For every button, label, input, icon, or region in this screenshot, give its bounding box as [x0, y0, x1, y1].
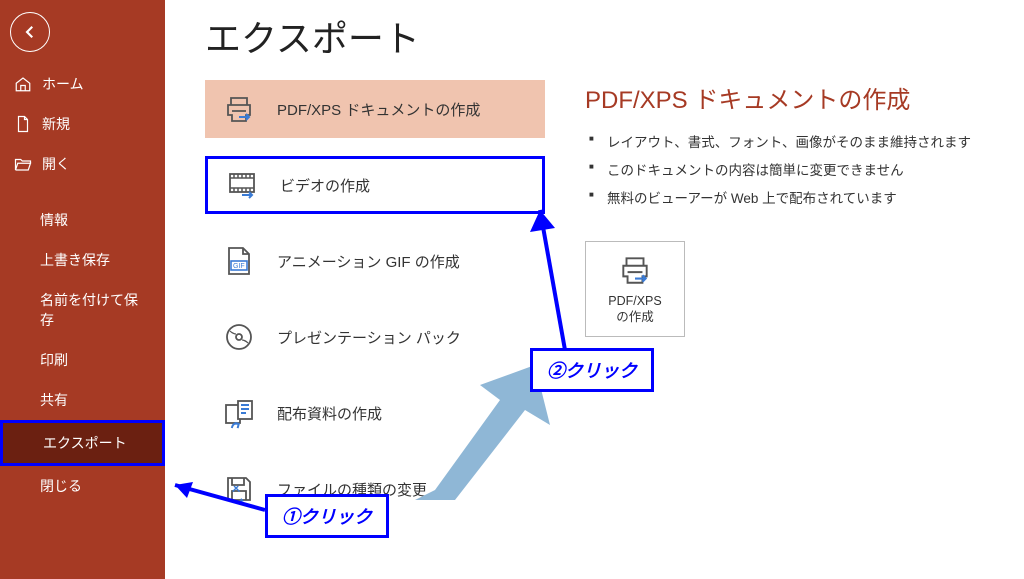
export-option-changetype[interactable]: ファイルの種類の変更 — [205, 460, 545, 518]
export-options-list: PDF/XPS ドキュメントの作成 ビデオの作成 GIF アニメーション GIF… — [205, 80, 545, 518]
sidebar-item-save[interactable]: 上書き保存 — [0, 240, 165, 280]
action-tile-label: PDF/XPS の作成 — [608, 293, 662, 326]
printer-arrow-icon — [223, 93, 255, 125]
detail-bullets: レイアウト、書式、フォント、画像がそのまま維持されます このドキュメントの内容は… — [585, 127, 994, 211]
disc-icon — [223, 321, 255, 353]
detail-bullet: このドキュメントの内容は簡単に変更できません — [585, 155, 994, 183]
sidebar-item-new[interactable]: 新規 — [0, 104, 165, 144]
file-icon — [14, 115, 32, 133]
export-option-gif[interactable]: GIF アニメーション GIF の作成 — [205, 232, 545, 290]
export-option-video[interactable]: ビデオの作成 — [205, 156, 545, 214]
save-edit-icon — [223, 473, 255, 505]
option-label: PDF/XPS ドキュメントの作成 — [277, 99, 480, 120]
sidebar-item-info[interactable]: 情報 — [0, 200, 165, 240]
export-option-pack[interactable]: プレゼンテーション パック — [205, 308, 545, 366]
export-option-handout[interactable]: 配布資料の作成 — [205, 384, 545, 442]
detail-bullet: 無料のビューアーが Web 上で配布されています — [585, 183, 994, 211]
export-content-row: PDF/XPS ドキュメントの作成 ビデオの作成 GIF アニメーション GIF… — [205, 80, 1024, 518]
film-arrow-icon — [226, 169, 258, 201]
folder-open-icon — [14, 155, 32, 173]
export-option-pdfxps[interactable]: PDF/XPS ドキュメントの作成 — [205, 80, 545, 138]
detail-bullet: レイアウト、書式、フォント、画像がそのまま維持されます — [585, 127, 994, 155]
app-root: ホーム 新規 開く 情報 上書き保存 名前を付けて保存 印刷 共有 エクスポート… — [0, 0, 1024, 579]
svg-text:GIF: GIF — [233, 263, 245, 270]
back-arrow-icon — [21, 23, 39, 41]
option-label: アニメーション GIF の作成 — [277, 251, 460, 272]
sidebar-label: 開く — [42, 154, 70, 174]
option-label: ファイルの種類の変更 — [277, 479, 427, 500]
sidebar-item-open[interactable]: 開く — [0, 144, 165, 184]
gif-icon: GIF — [223, 245, 255, 277]
create-pdfxps-button[interactable]: PDF/XPS の作成 — [585, 241, 685, 337]
home-icon — [14, 75, 32, 93]
sidebar-item-print[interactable]: 印刷 — [0, 340, 165, 380]
page-title: エクスポート — [205, 0, 1024, 80]
sidebar-label: 新規 — [42, 114, 70, 134]
export-detail-panel: PDF/XPS ドキュメントの作成 レイアウト、書式、フォント、画像がそのまま維… — [585, 80, 1024, 518]
backstage-sidebar: ホーム 新規 開く 情報 上書き保存 名前を付けて保存 印刷 共有 エクスポート… — [0, 0, 165, 579]
detail-title: PDF/XPS ドキュメントの作成 — [585, 80, 994, 115]
sidebar-item-saveas[interactable]: 名前を付けて保存 — [0, 280, 165, 340]
sidebar-item-close[interactable]: 閉じる — [0, 466, 165, 506]
option-label: プレゼンテーション パック — [277, 327, 461, 348]
main-panel: エクスポート PDF/XPS ドキュメントの作成 ビデオの作成 — [165, 0, 1024, 579]
back-button[interactable] — [10, 12, 50, 52]
handout-icon — [223, 397, 255, 429]
printer-arrow-icon — [618, 253, 652, 287]
sidebar-item-export[interactable]: エクスポート — [0, 420, 165, 466]
option-label: 配布資料の作成 — [277, 403, 382, 424]
sidebar-item-share[interactable]: 共有 — [0, 380, 165, 420]
option-label: ビデオの作成 — [280, 175, 370, 196]
sidebar-item-home[interactable]: ホーム — [0, 64, 165, 104]
sidebar-label: ホーム — [42, 74, 84, 94]
